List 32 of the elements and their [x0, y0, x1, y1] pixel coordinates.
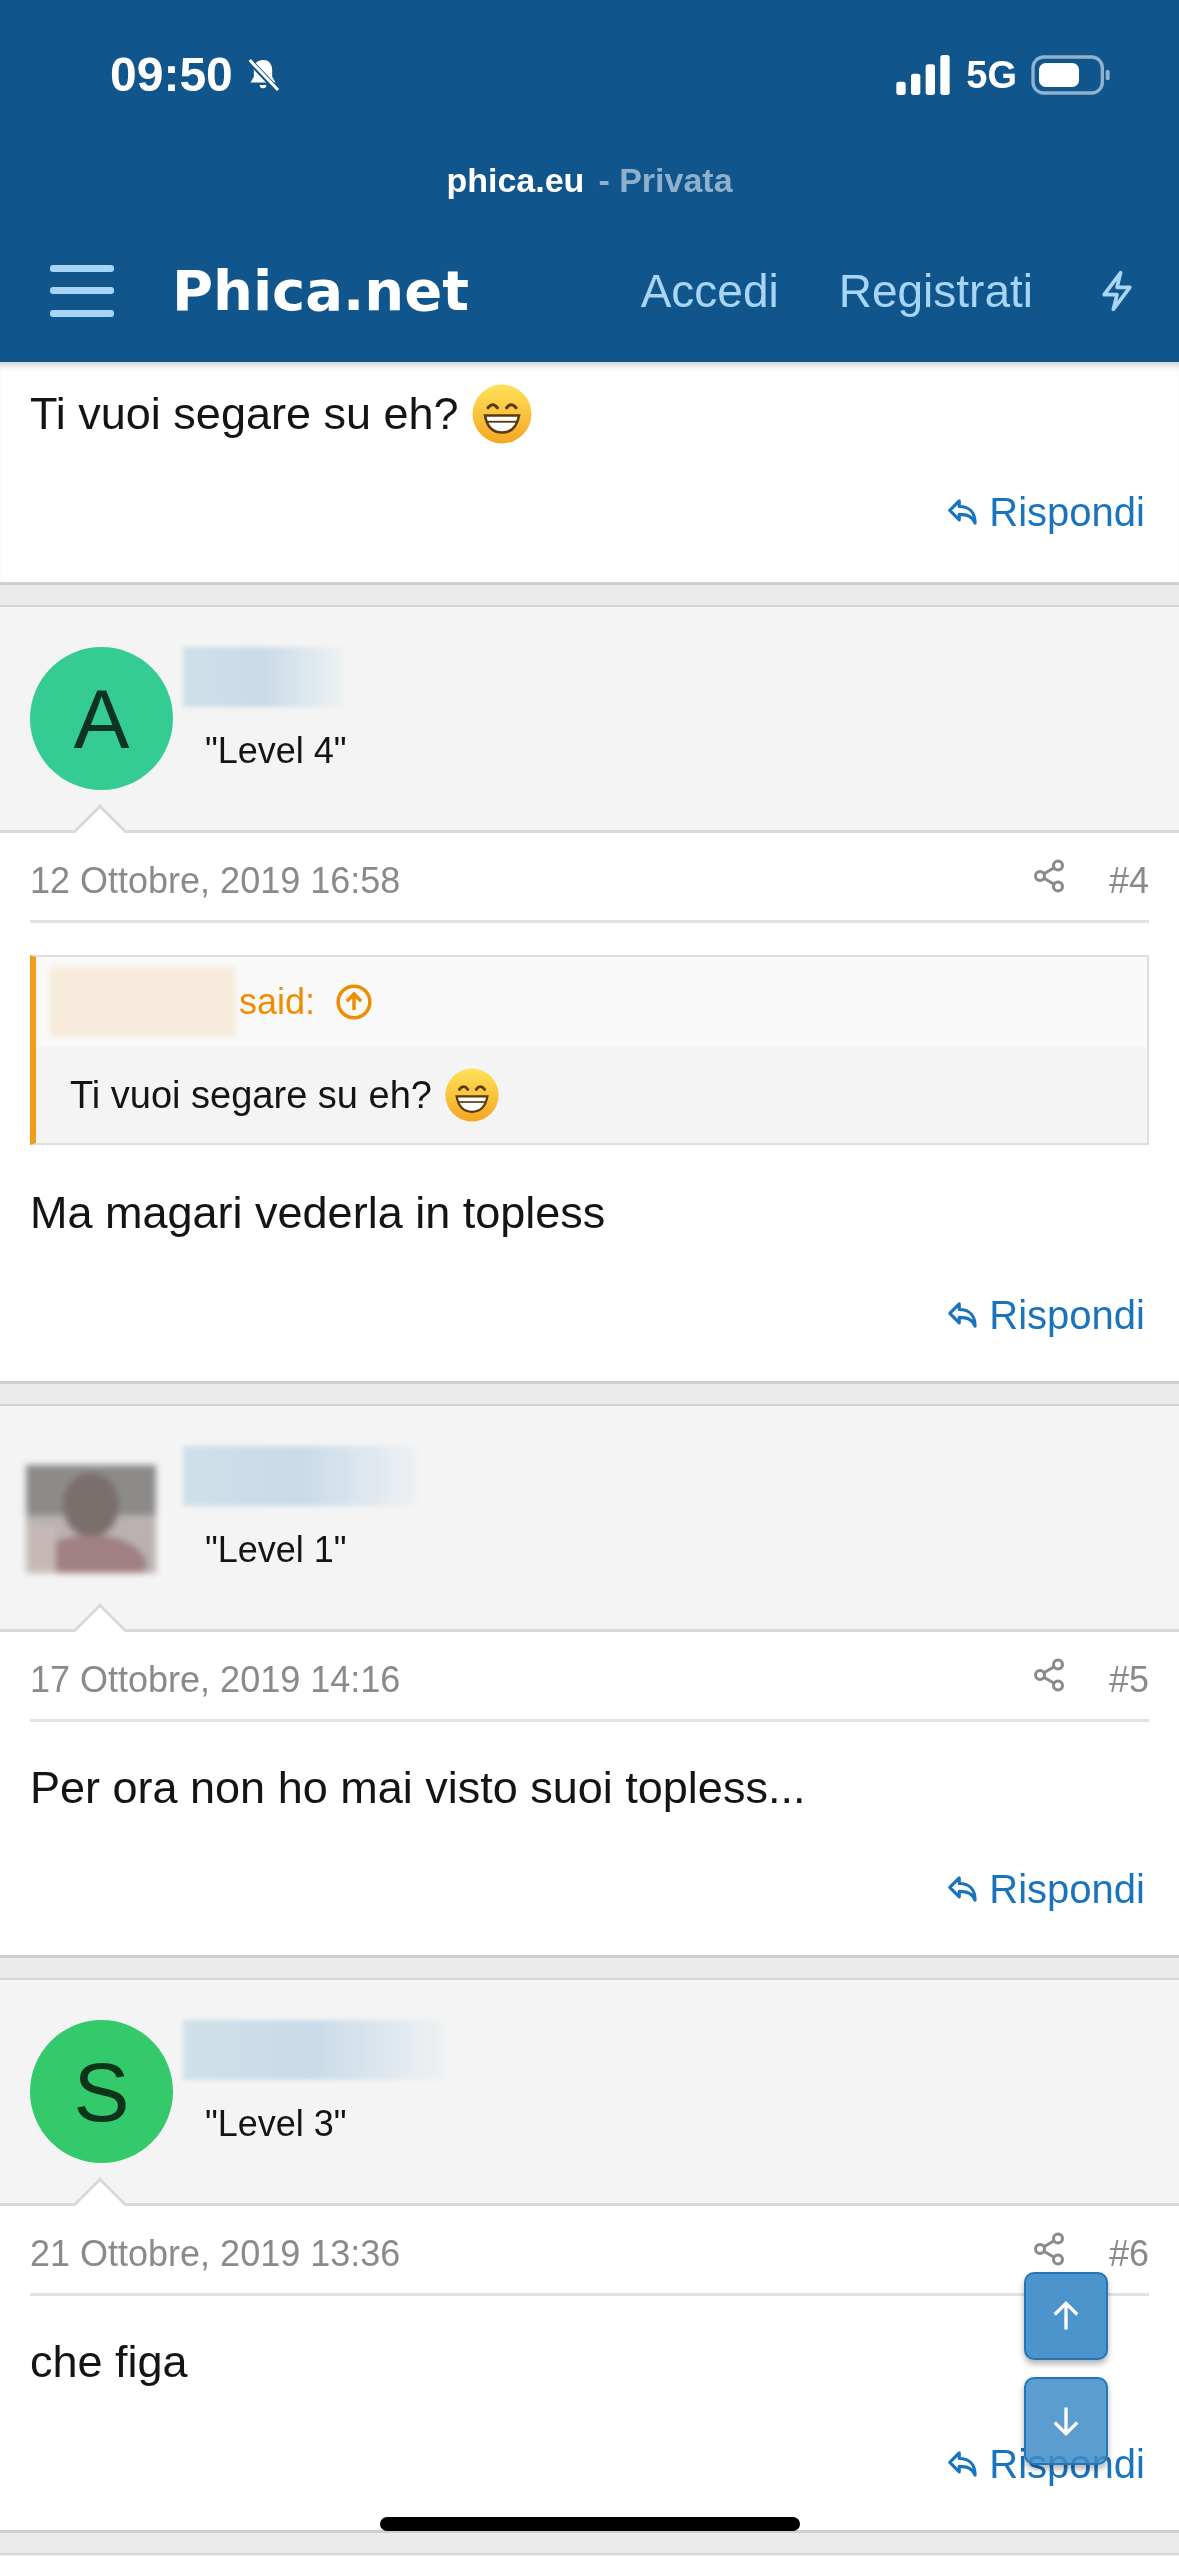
post-number[interactable]: #4 — [1108, 854, 1149, 908]
battery-icon — [1031, 55, 1111, 95]
nav-link[interactable]: Accedi — [640, 256, 779, 326]
post-text: che figa — [30, 2336, 188, 2387]
post-date: 17 Ottobre, 2019 14:16 — [30, 1657, 401, 1702]
network-label: 5G — [966, 52, 1017, 98]
user-level: "Level 3" — [205, 2102, 348, 2146]
avatar[interactable]: A — [30, 647, 173, 790]
post-text: Per ora non ho mai visto suoi topless... — [30, 1761, 806, 1813]
site-logo[interactable]: Phica.net — [172, 249, 469, 333]
post-text: Ma magari vederla in topless — [30, 1187, 606, 1238]
private-mode-label: - Privata — [598, 159, 733, 201]
reply-link[interactable]: Rispondi — [945, 482, 1145, 542]
nav-link[interactable]: Registrati — [838, 256, 1033, 326]
user-level: "Level 4" — [205, 729, 347, 773]
post-number[interactable]: #5 — [1108, 1652, 1149, 1707]
quote-text: Ti vuoi segare su eh? — [70, 1072, 432, 1118]
post-number[interactable]: #6 — [1108, 2227, 1149, 2281]
scroll-up-button[interactable] — [1024, 2272, 1108, 2360]
menu-icon[interactable] — [50, 265, 114, 317]
signal-icon — [894, 55, 953, 95]
status-time: 09:50 — [110, 47, 233, 103]
post-date: 12 Ottobre, 2019 16:58 — [30, 859, 401, 903]
reply-link[interactable]: Rispondi — [945, 2433, 1145, 2494]
reply-link[interactable]: Rispondi — [945, 1859, 1145, 1919]
avatar[interactable]: S — [30, 2020, 173, 2163]
user-level: "Level 1" — [205, 1527, 348, 1572]
reply-link[interactable]: Rispondi — [945, 1284, 1145, 1345]
post-text: Ti vuoi segare su eh? — [30, 387, 459, 442]
arrow-up-circle-icon[interactable] — [335, 983, 374, 1021]
post-date: 21 Ottobre, 2019 13:36 — [30, 2232, 401, 2276]
url-domain: phica.eu — [446, 159, 585, 201]
